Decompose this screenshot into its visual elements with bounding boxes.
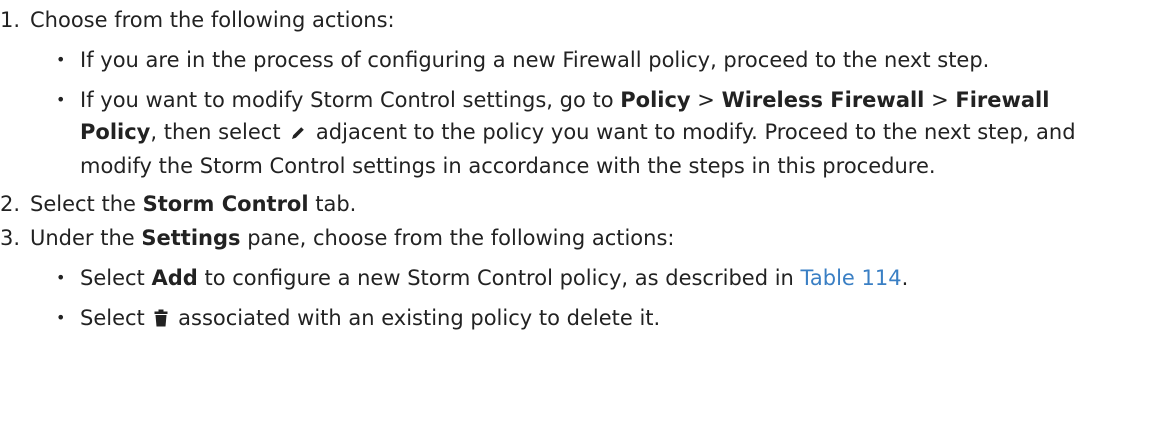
list-item: • Select associated with an existing pol… [0,302,1080,336]
path-separator: > [690,88,722,112]
step-number: 1. [0,8,21,32]
item-text-mid: , then select [150,120,288,144]
step-text-post: pane, choose from the following actions: [240,226,675,250]
bullet: • [56,308,66,327]
item-text-pre: Select [80,306,152,330]
list-item: • If you want to modify Storm Control se… [0,84,1080,182]
item-text-pre: Select [80,266,152,290]
list-item: • If you are in the process of configuri… [0,44,1080,76]
bullet: • [56,90,66,109]
step-text: Choose from the following actions: [30,8,395,32]
step-text-post: tab. [308,192,357,216]
step-text-pre: Under the [30,226,142,250]
list-item: • Select Add to configure a new Storm Co… [0,262,1080,294]
step-number: 3. [0,226,21,250]
step-3: 3. Under the Settings pane, choose from … [0,222,1166,254]
storm-control-tab-ref: Storm Control [142,192,309,216]
item-text-post: . [901,266,909,290]
procedure-document: 1. Choose from the following actions: • … [0,0,1166,336]
edit-pencil-icon [290,118,306,150]
settings-pane-ref: Settings [141,226,241,250]
add-button-ref: Add [151,266,198,290]
step-1: 1. Choose from the following actions: [0,4,1166,36]
item-text: If you are in the process of configuring… [80,48,990,72]
table-114-link[interactable]: Table 114 [801,266,902,290]
item-text-post: associated with an existing policy to de… [171,306,661,330]
item-text-mid: to configure a new Storm Control policy,… [197,266,801,290]
menu-path-policy: Policy [620,88,691,112]
bullet: • [56,50,66,69]
step-3-actions: • Select Add to configure a new Storm Co… [0,262,1166,336]
path-separator: > [924,88,956,112]
step-2: 2. Select the Storm Control tab. [0,188,1166,220]
bullet: • [56,268,66,287]
step-number: 2. [0,192,21,216]
step-text-pre: Select the [30,192,143,216]
item-text-pre: If you want to modify Storm Control sett… [80,88,621,112]
step-1-actions: • If you are in the process of configuri… [0,44,1166,182]
menu-path-wireless-firewall: Wireless Firewall [721,88,925,112]
trash-icon [154,304,168,336]
